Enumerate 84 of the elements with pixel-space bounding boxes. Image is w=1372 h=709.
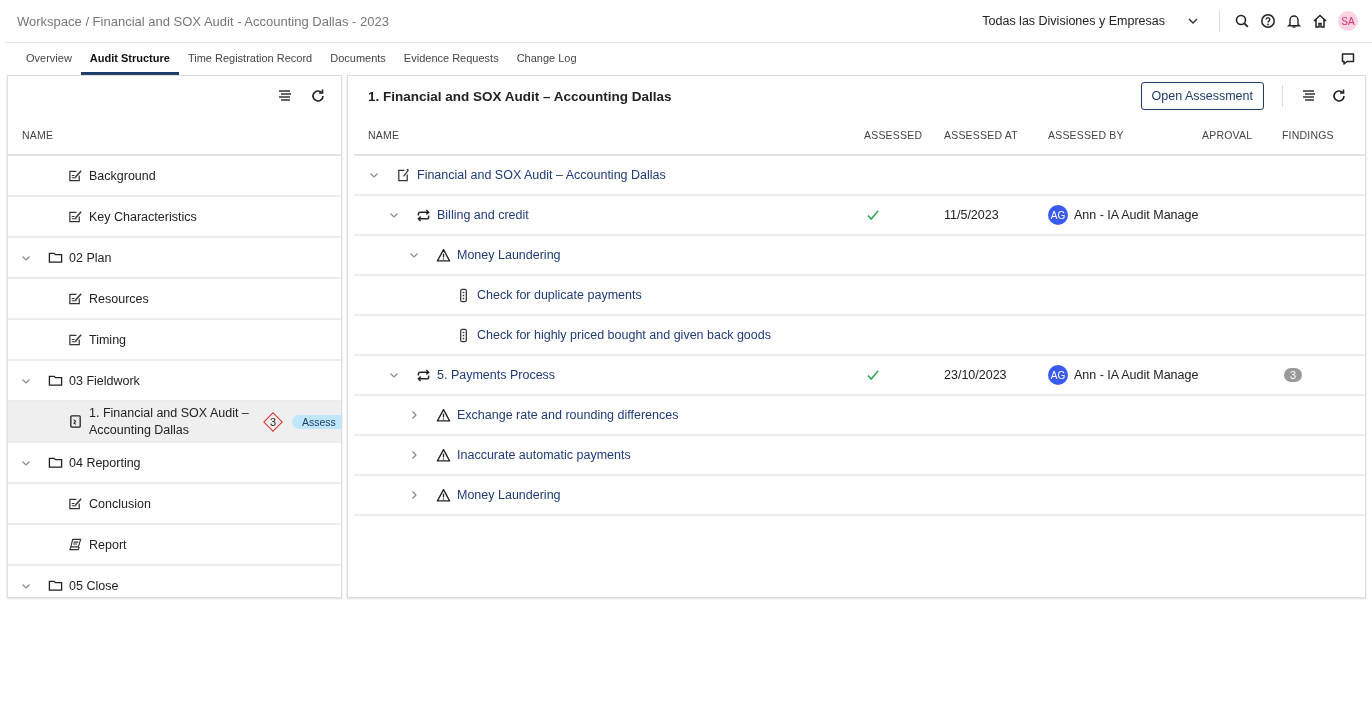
findings-count: 3: [1284, 368, 1303, 382]
tree-item[interactable]: Conclusion: [8, 484, 341, 525]
folder-row[interactable]: 04 Reporting: [8, 443, 341, 484]
edit-form-icon: [68, 209, 83, 224]
row-link[interactable]: Money Laundering: [457, 488, 561, 502]
comment-icon[interactable]: [1340, 51, 1356, 67]
row-link[interactable]: Financial and SOX Audit – Accounting Dallas: [417, 168, 666, 182]
folder-icon: [48, 373, 63, 388]
assessor-name: Ann - IA Audit Manage: [1074, 208, 1199, 222]
edit-form-icon: [68, 168, 83, 183]
breadcrumb: Workspace / Financial and SOX Audit - Accounting Dallas - 2023: [17, 13, 389, 29]
edit-form-icon: [68, 332, 83, 347]
warning-icon: [436, 447, 451, 463]
edit-form-icon: [68, 291, 83, 306]
warning-icon: [436, 407, 451, 423]
tree-item[interactable]: Background: [8, 156, 341, 197]
help-icon[interactable]: [1260, 13, 1276, 29]
report-icon: [68, 537, 83, 552]
folder-icon: [48, 250, 63, 265]
folder-icon: [48, 578, 63, 593]
home-icon[interactable]: [1312, 13, 1328, 29]
folder-row[interactable]: 05 Close: [8, 566, 341, 597]
align-lines-icon[interactable]: [1301, 88, 1317, 104]
column-header: ASSESSED BY: [1048, 129, 1125, 141]
folder-label: 05 Close: [69, 578, 119, 593]
tree-item-label: Report: [89, 537, 127, 552]
row-link[interactable]: Exchange rate and rounding differences: [457, 408, 679, 422]
column-header: FINDINGS: [1282, 129, 1335, 141]
open-assessment-button[interactable]: Open Assessment: [1140, 82, 1264, 110]
user-avatar: AG: [1048, 365, 1068, 385]
refresh-icon[interactable]: [1331, 88, 1347, 104]
status-pill[interactable]: Assess: [292, 414, 341, 429]
refresh-icon[interactable]: [310, 88, 326, 104]
column-header: ASSESSED: [864, 129, 924, 141]
row-link[interactable]: Money Laundering: [457, 248, 561, 262]
column-header: NAME: [368, 129, 401, 141]
edit-form-icon: [68, 496, 83, 511]
align-lines-icon[interactable]: [277, 88, 293, 104]
tree-item-label: Timing: [89, 332, 127, 347]
repeat-arrows-icon: [416, 207, 431, 223]
user-avatar[interactable]: SA: [1338, 11, 1358, 31]
bell-icon[interactable]: [1286, 13, 1302, 29]
division-dropdown[interactable]: Todas las Divisiones y Empresas: [976, 14, 1205, 28]
tab[interactable]: Overview: [17, 43, 81, 75]
tree-item[interactable]: 1. Financial and SOX Audit – Accounting Dallas 3 Assess: [8, 402, 341, 443]
date-cell: 23/10/2023: [944, 368, 1007, 382]
folder-icon: [48, 455, 63, 470]
folder-row[interactable]: 02 Plan: [8, 238, 341, 279]
row-link[interactable]: Check for highly priced bought and given back goods: [477, 328, 771, 342]
column-header: NAME: [22, 129, 54, 141]
folder-label: 04 Reporting: [69, 455, 141, 470]
panel-title: 1. Financial and SOX Audit – Accounting Dallas: [367, 88, 673, 104]
row-link[interactable]: Billing and credit: [437, 208, 529, 222]
tab[interactable]: Audit Structure: [80, 43, 179, 75]
warning-icon: [436, 487, 451, 503]
tree-item-label: Key Characteristics: [89, 209, 197, 224]
tree-item-label: Conclusion: [89, 496, 151, 511]
tree-item[interactable]: Resources: [8, 279, 341, 320]
document-icon: [68, 414, 83, 429]
folder-label: 02 Plan: [69, 250, 112, 265]
column-header: ASSESSED AT: [944, 129, 1019, 141]
row-link[interactable]: Inaccurate automatic payments: [457, 448, 631, 462]
tree-item-label: Resources: [89, 291, 149, 306]
user-avatar: AG: [1048, 205, 1068, 225]
search-icon[interactable]: [1234, 13, 1250, 29]
warning-icon: [436, 247, 451, 263]
row-link[interactable]: Check for duplicate payments: [477, 288, 642, 302]
tree-item[interactable]: Report: [8, 525, 341, 566]
column-header: APROVAL: [1202, 129, 1254, 141]
tree-item-label: Background: [89, 168, 156, 183]
row-link[interactable]: 5. Payments Process: [437, 368, 556, 382]
assessor-name: Ann - IA Audit Manage: [1074, 368, 1199, 382]
repeat-arrows-icon: [416, 367, 431, 383]
tab[interactable]: Evidence Requests: [394, 43, 508, 75]
tree-item[interactable]: Key Characteristics: [8, 197, 341, 238]
document-edit-icon: [396, 167, 411, 183]
tab[interactable]: Time Registration Record: [178, 43, 322, 75]
tab[interactable]: Documents: [321, 43, 395, 75]
findings-badge: 3: [262, 410, 284, 433]
tab[interactable]: Change Log: [507, 43, 586, 75]
tree-item[interactable]: Timing: [8, 320, 341, 361]
folder-label: 03 Fieldwork: [69, 373, 140, 388]
date-cell: 11/5/2023: [944, 208, 999, 222]
tree-item-label: 1. Financial and SOX Audit – Accounting Dallas: [89, 404, 250, 439]
